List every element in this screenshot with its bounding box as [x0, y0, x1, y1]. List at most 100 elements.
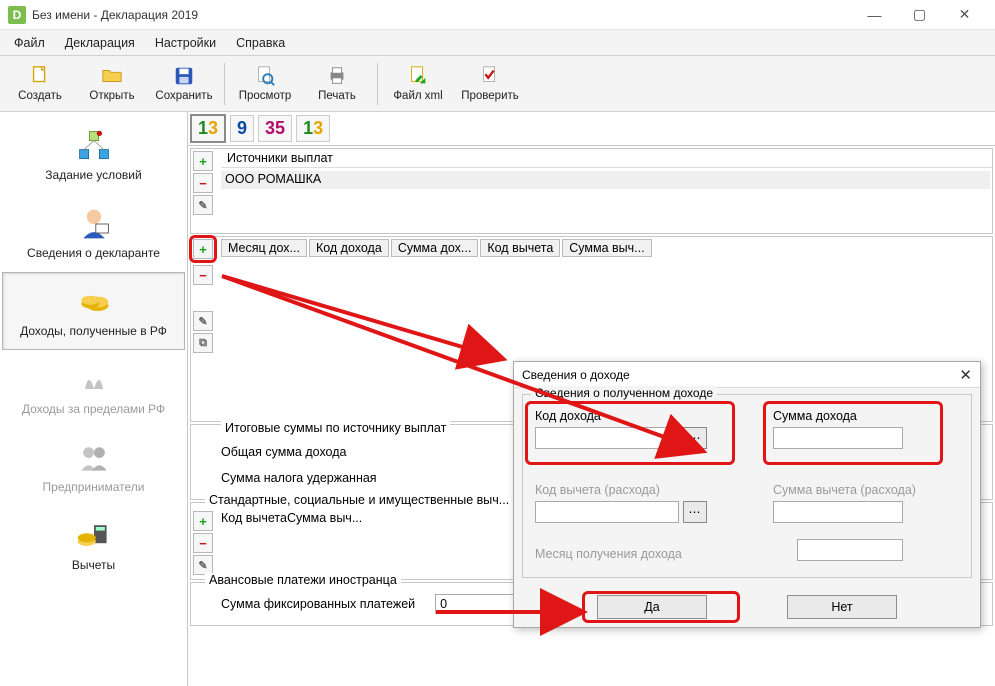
col-income-code[interactable]: Код дохода	[309, 239, 389, 257]
menu-declaration[interactable]: Декларация	[57, 33, 143, 53]
print-icon	[324, 65, 350, 87]
toolbar-xml[interactable]: Файл xml	[382, 59, 454, 109]
toolbar-preview[interactable]: Просмотр	[229, 59, 301, 109]
sources-header: Источники выплат	[221, 149, 992, 168]
nav-conditions[interactable]: Задание условий	[2, 116, 185, 194]
app-icon: D	[8, 6, 26, 24]
nav-entrepreneurs-label: Предприниматели	[43, 480, 145, 494]
nav-entrepreneurs[interactable]: Предприниматели	[2, 428, 185, 506]
source-row-1[interactable]: ООО РОМАШКА	[221, 171, 990, 189]
toolbar-print[interactable]: Печать	[301, 59, 373, 109]
toolbar-check[interactable]: Проверить	[454, 59, 526, 109]
income-code-label: Код дохода	[535, 409, 707, 423]
toolbar-separator	[224, 63, 225, 105]
dialog-ok-button[interactable]: Да	[597, 595, 707, 619]
deduction-sum-input	[773, 501, 903, 523]
sources-add-button[interactable]: +	[193, 151, 213, 171]
preview-icon	[252, 65, 278, 87]
std-legend: Стандартные, социальные и имущественные …	[205, 493, 513, 507]
close-button[interactable]: ✕	[942, 0, 987, 30]
deduction-code-input	[535, 501, 679, 523]
nav-conditions-label: Задание условий	[45, 168, 141, 182]
deduction-code-picker-button[interactable]: ⋯	[683, 501, 707, 523]
col-deduction-sum[interactable]: Сумма выч...	[562, 239, 651, 257]
toolbar-create-label: Создать	[18, 90, 62, 102]
month-input	[797, 539, 903, 561]
income-sum-label: Сумма дохода	[773, 409, 903, 423]
minimize-button[interactable]: —	[852, 0, 897, 30]
nav-declarant-label: Сведения о декларанте	[27, 246, 160, 260]
std-add-button[interactable]: +	[193, 511, 213, 531]
entrepreneurs-icon	[76, 440, 112, 476]
nav-deductions[interactable]: Вычеты	[2, 506, 185, 584]
toolbar-separator	[377, 63, 378, 105]
income-code-picker-button[interactable]: ⋯	[683, 427, 707, 449]
toolbar-open[interactable]: Открыть	[76, 59, 148, 109]
toolbar-open-label: Открыть	[89, 90, 134, 102]
advance-label: Сумма фиксированных платежей	[221, 597, 415, 611]
std-remove-button[interactable]: −	[193, 533, 213, 553]
std-col-code[interactable]: Код вычета	[221, 511, 287, 525]
menu-file[interactable]: Файл	[6, 33, 53, 53]
details-edit-button[interactable]: ✎	[193, 311, 213, 331]
income-code-input[interactable]	[535, 427, 679, 449]
nav-income-rf[interactable]: Доходы, полученные в РФ	[2, 272, 185, 350]
tab-35[interactable]: 35	[258, 115, 292, 142]
nav-declarant[interactable]: Сведения о декларанте	[2, 194, 185, 272]
nav-income-rf-label: Доходы, полученные в РФ	[20, 324, 167, 338]
xml-file-icon	[405, 65, 431, 87]
dialog-titlebar: Сведения о доходе ✕	[514, 362, 980, 388]
toolbar-create[interactable]: Создать	[4, 59, 76, 109]
toolbar-save-label: Сохранить	[155, 90, 212, 102]
details-copy-button[interactable]: ⧉	[193, 333, 213, 353]
tab-13b[interactable]: 13	[296, 115, 330, 142]
income-sum-input[interactable]	[773, 427, 903, 449]
titlebar: D Без имени - Декларация 2019 — ▢ ✕	[0, 0, 995, 30]
conditions-icon	[76, 128, 112, 164]
open-folder-icon	[99, 65, 125, 87]
deduction-sum-label: Сумма вычета (расхода)	[773, 483, 916, 497]
dialog-close-button[interactable]: ✕	[959, 366, 972, 384]
sources-edit-button[interactable]: ✎	[193, 195, 213, 215]
new-file-icon	[27, 65, 53, 87]
nav-income-foreign[interactable]: Доходы за пределами РФ	[2, 350, 185, 428]
details-remove-button[interactable]: −	[193, 265, 213, 285]
dialog-group: Сведения о полученном доходе Код дохода …	[522, 394, 972, 578]
sources-remove-button[interactable]: −	[193, 173, 213, 193]
advance-legend: Авансовые платежи иностранца	[205, 573, 401, 587]
std-edit-button[interactable]: ✎	[193, 555, 213, 575]
toolbar-check-label: Проверить	[461, 90, 519, 102]
sources-panel: + − ✎ Источники выплат ООО РОМАШКА	[190, 148, 993, 234]
col-deduction-code[interactable]: Код вычета	[480, 239, 560, 257]
check-icon	[477, 65, 503, 87]
toolbar: Создать Открыть Сохранить Просмотр Печат…	[0, 56, 995, 112]
toolbar-xml-label: Файл xml	[393, 90, 442, 102]
income-rf-icon	[76, 284, 112, 320]
tab-9[interactable]: 9	[230, 115, 254, 142]
toolbar-print-label: Печать	[318, 90, 356, 102]
toolbar-save[interactable]: Сохранить	[148, 59, 220, 109]
save-icon	[171, 65, 197, 87]
tab-13a[interactable]: 13	[190, 114, 226, 143]
menu-help[interactable]: Справка	[228, 33, 293, 53]
window-controls: — ▢ ✕	[852, 0, 987, 30]
rate-tabs: 13 9 35 13	[188, 112, 995, 146]
deduction-code-label: Код вычета (расхода)	[535, 483, 707, 497]
income-dialog: Сведения о доходе ✕ Сведения о полученно…	[513, 361, 981, 628]
std-col-sum[interactable]: Сумма выч...	[287, 511, 362, 525]
col-income-sum[interactable]: Сумма дох...	[391, 239, 479, 257]
window-title: Без имени - Декларация 2019	[32, 8, 198, 22]
details-add-button[interactable]: +	[193, 239, 213, 259]
dialog-title: Сведения о доходе	[522, 368, 630, 382]
maximize-button[interactable]: ▢	[897, 0, 942, 30]
dialog-cancel-button[interactable]: Нет	[787, 595, 897, 619]
menu-settings[interactable]: Настройки	[147, 33, 224, 53]
menubar: Файл Декларация Настройки Справка	[0, 30, 995, 56]
col-month[interactable]: Месяц дох...	[221, 239, 307, 257]
deductions-icon	[76, 518, 112, 554]
nav-deductions-label: Вычеты	[72, 558, 115, 572]
summary-legend: Итоговые суммы по источнику выплат	[221, 421, 450, 435]
nav-income-foreign-label: Доходы за пределами РФ	[22, 402, 165, 416]
declarant-icon	[76, 206, 112, 242]
income-foreign-icon	[76, 362, 112, 398]
